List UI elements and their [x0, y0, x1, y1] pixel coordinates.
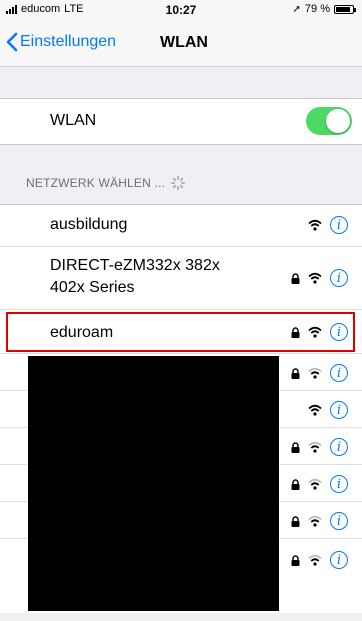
info-icon[interactable]: i: [330, 438, 348, 456]
battery-icon: [334, 4, 356, 14]
redaction-block: [28, 356, 279, 611]
section-header: NETZWERK WÄHLEN ...: [26, 176, 186, 190]
info-icon[interactable]: i: [330, 512, 348, 530]
location-arrow-icon: ➚: [292, 3, 301, 15]
network-name: ausbildung: [50, 216, 128, 233]
info-icon[interactable]: i: [330, 216, 348, 234]
network-name-line2: 402x Series: [50, 279, 135, 296]
wifi-signal-icon: [308, 272, 322, 284]
wifi-signal-icon: [308, 441, 322, 453]
wifi-signal-icon: [308, 404, 322, 416]
network-row-ausbildung[interactable]: ausbildung i: [0, 205, 362, 247]
wifi-signal-icon: [308, 219, 322, 231]
info-icon[interactable]: i: [330, 364, 348, 382]
wlan-toggle-label: WLAN: [50, 112, 97, 129]
wlan-toggle-switch[interactable]: [306, 107, 352, 135]
back-button-label: Einstellungen: [20, 33, 117, 50]
lock-icon: [291, 441, 300, 453]
battery-percentage: 79 %: [304, 3, 330, 15]
lock-icon: [291, 554, 300, 566]
toggle-knob: [326, 109, 350, 133]
wifi-signal-icon: [308, 554, 322, 566]
info-icon[interactable]: i: [330, 401, 348, 419]
wifi-signal-icon: [308, 515, 322, 527]
lock-icon: [291, 367, 300, 379]
network-name-line1: DIRECT-eZM332x 382x: [50, 257, 220, 274]
info-icon[interactable]: i: [330, 475, 348, 493]
eduroam-highlight-box: [6, 312, 355, 352]
status-bar: educom LTE 10:27 ➚ 79 %: [0, 0, 362, 20]
wlan-toggle-row: WLAN: [0, 98, 362, 145]
info-icon[interactable]: i: [330, 269, 348, 287]
status-right: ➚ 79 %: [292, 3, 356, 15]
page-title: WLAN: [160, 34, 208, 51]
chevron-left-icon: [6, 32, 18, 52]
back-button[interactable]: Einstellungen: [6, 32, 116, 52]
lock-icon: [291, 478, 300, 490]
wifi-signal-icon: [308, 367, 322, 379]
loading-spinner-icon: [171, 176, 186, 190]
lock-icon: [291, 515, 300, 527]
info-icon[interactable]: i: [330, 551, 348, 569]
lock-icon: [291, 272, 300, 284]
wifi-signal-icon: [308, 478, 322, 490]
navigation-bar: Einstellungen WLAN: [0, 20, 362, 67]
network-row-direct[interactable]: DIRECT-eZM332x 382x 402x Series i: [0, 247, 362, 310]
section-header-label: NETZWERK WÄHLEN ...: [26, 176, 166, 190]
